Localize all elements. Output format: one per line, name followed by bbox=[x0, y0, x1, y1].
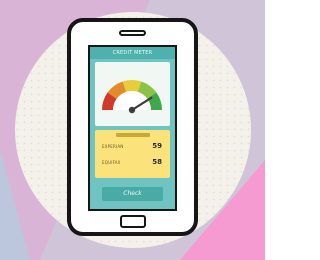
phone-speaker bbox=[119, 30, 146, 36]
phone: CREDIT METER EXPERIAN 59 EQUIFAX 58 Chec… bbox=[67, 18, 198, 236]
score-label: EXPERIAN bbox=[102, 144, 124, 149]
check-button-label: Check bbox=[123, 190, 142, 197]
check-button[interactable]: Check bbox=[102, 187, 163, 201]
illustration: CREDIT METER EXPERIAN 59 EQUIFAX 58 Chec… bbox=[0, 0, 265, 260]
score-value: 59 bbox=[152, 142, 162, 150]
score-value: 58 bbox=[152, 158, 162, 166]
score-row: EQUIFAX 58 bbox=[102, 158, 164, 168]
score-panel: EXPERIAN 59 EQUIFAX 58 bbox=[95, 130, 170, 178]
score-row: EXPERIAN 59 bbox=[102, 142, 164, 152]
gauge-segments bbox=[102, 80, 162, 110]
screen-header: CREDIT METER bbox=[90, 47, 175, 59]
credit-gauge bbox=[102, 80, 162, 114]
phone-screen: CREDIT METER EXPERIAN 59 EQUIFAX 58 Chec… bbox=[88, 45, 177, 211]
gauge-pivot bbox=[128, 106, 136, 114]
gauge-panel bbox=[95, 62, 170, 126]
score-panel-tab bbox=[116, 133, 150, 137]
score-label: EQUIFAX bbox=[102, 160, 121, 165]
home-button[interactable] bbox=[120, 215, 146, 228]
